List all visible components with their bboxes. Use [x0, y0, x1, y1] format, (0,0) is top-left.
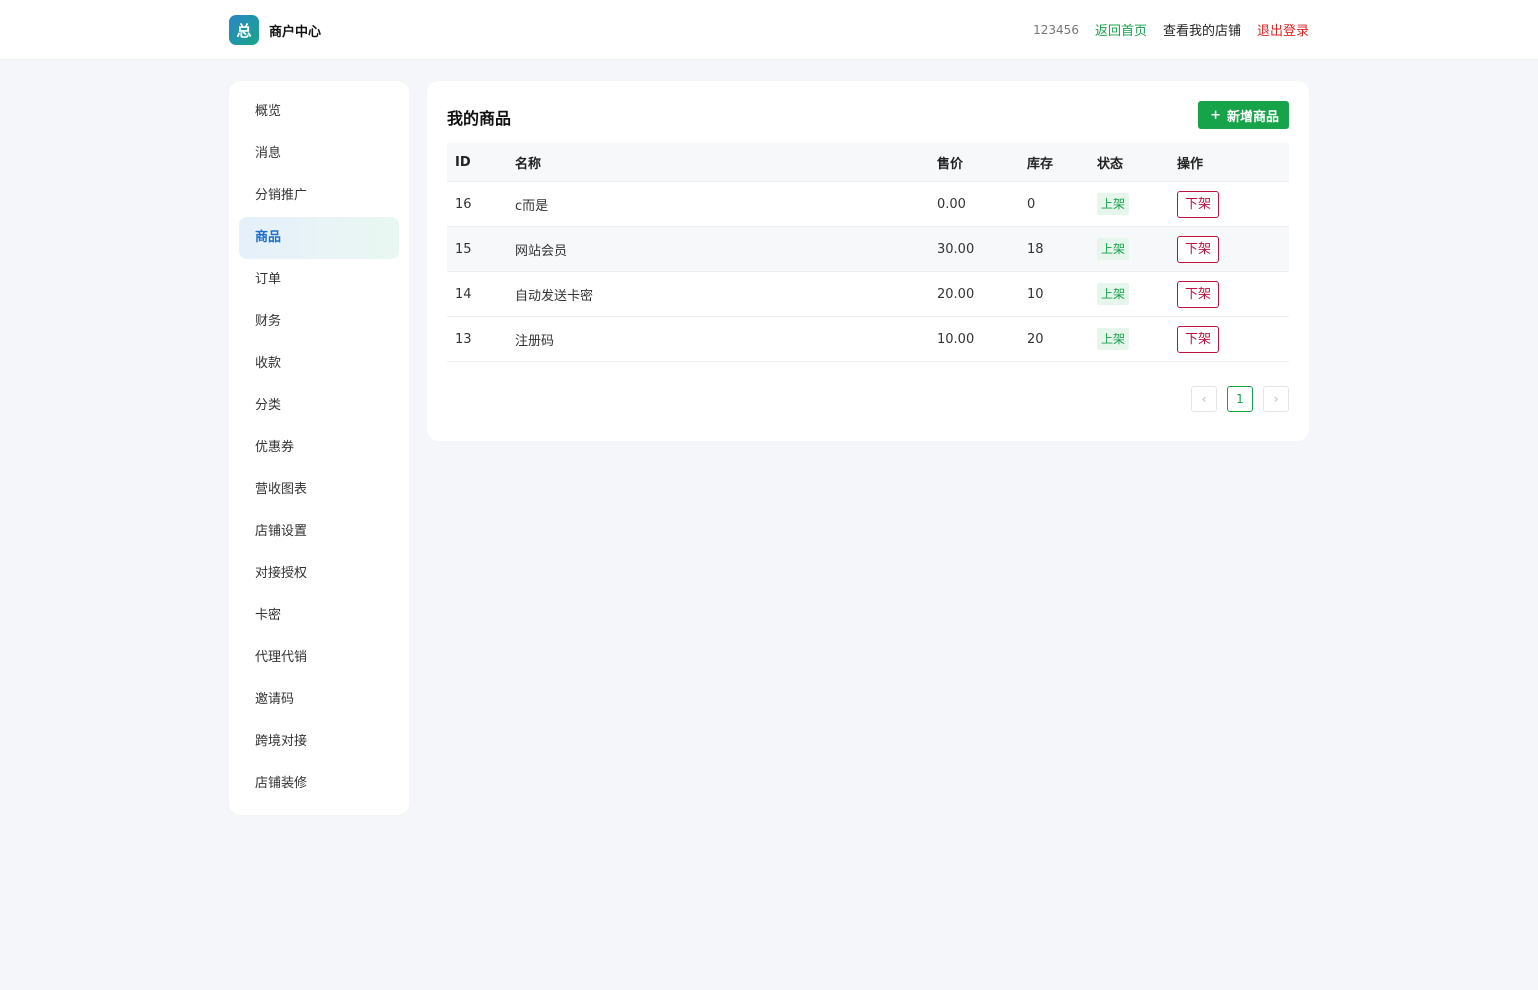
column-header-action: 操作: [1169, 143, 1289, 182]
cell-action: 下架: [1169, 181, 1289, 227]
brand-title: 商户中心: [269, 24, 322, 40]
unlist-button[interactable]: 下架: [1177, 190, 1220, 218]
sidebar: 概览 消息 分销推广 商品 订单 财务 收款 分类 优惠券 营收图表 店铺设置 …: [229, 81, 409, 815]
sidebar-item-agency[interactable]: 代理代销: [239, 637, 399, 679]
table-row: 16 c而是 0.00 0 上架 下架: [447, 181, 1289, 227]
sidebar-item-coupons[interactable]: 优惠券: [239, 427, 399, 469]
home-link[interactable]: 返回首页: [1095, 20, 1147, 39]
table-header-row: ID 名称 售价 库存 状态 操作: [447, 143, 1289, 182]
column-header-id: ID: [447, 143, 507, 182]
prev-page-icon[interactable]: ‹: [1191, 386, 1217, 412]
sidebar-item-card-keys[interactable]: 卡密: [239, 595, 399, 637]
sidebar-item-affiliate[interactable]: 分销推广: [239, 175, 399, 217]
cell-status: 上架: [1089, 271, 1169, 317]
column-header-stock: 库存: [1019, 143, 1089, 182]
status-badge: 上架: [1097, 283, 1130, 305]
cell-id: 13: [447, 316, 507, 362]
table-row: 13 注册码 10.00 20 上架 下架: [447, 316, 1289, 362]
table-row: 14 自动发送卡密 20.00 10 上架 下架: [447, 271, 1289, 317]
sidebar-item-messages[interactable]: 消息: [239, 133, 399, 175]
sidebar-item-invite-codes[interactable]: 邀请码: [239, 679, 399, 721]
cell-stock: 0: [1019, 181, 1089, 227]
logo-icon: 总: [229, 15, 259, 45]
column-header-name: 名称: [507, 143, 929, 182]
sidebar-item-payments[interactable]: 收款: [239, 343, 399, 385]
cell-status: 上架: [1089, 316, 1169, 362]
user-id: 123456: [1033, 22, 1079, 37]
cell-action: 下架: [1169, 226, 1289, 272]
unlist-button[interactable]: 下架: [1177, 235, 1220, 263]
status-badge: 上架: [1097, 193, 1130, 215]
cell-id: 16: [447, 181, 507, 227]
status-badge: 上架: [1097, 328, 1130, 350]
cell-action: 下架: [1169, 316, 1289, 362]
table-row: 15 网站会员 30.00 18 上架 下架: [447, 226, 1289, 272]
sidebar-item-finance[interactable]: 财务: [239, 301, 399, 343]
sidebar-item-shop-settings[interactable]: 店铺设置: [239, 511, 399, 553]
sidebar-item-overview[interactable]: 概览: [239, 91, 399, 133]
plus-icon: +: [1210, 107, 1221, 123]
page-title: 我的商品: [447, 109, 512, 128]
sidebar-item-categories[interactable]: 分类: [239, 385, 399, 427]
products-panel: 我的商品 + 新增商品 ID 名称 售价 库存 状态 操作 16 c而是 0.0…: [427, 81, 1309, 441]
sidebar-item-cross-border[interactable]: 跨境对接: [239, 721, 399, 763]
status-badge: 上架: [1097, 238, 1130, 260]
page-number-button[interactable]: 1: [1227, 386, 1253, 412]
top-nav: 123456 返回首页 查看我的店铺 退出登录: [1033, 20, 1309, 40]
cell-id: 14: [447, 271, 507, 317]
top-bar: 总 商户中心 123456 返回首页 查看我的店铺 退出登录: [0, 0, 1538, 60]
cell-name: 注册码: [507, 316, 929, 362]
add-product-label: 新增商品: [1226, 109, 1279, 125]
cell-action: 下架: [1169, 271, 1289, 317]
logout-link[interactable]: 退出登录: [1257, 20, 1309, 39]
cell-price: 20.00: [929, 271, 1019, 317]
unlist-button[interactable]: 下架: [1177, 325, 1220, 353]
sidebar-item-revenue-charts[interactable]: 营收图表: [239, 469, 399, 511]
column-header-price: 售价: [929, 143, 1019, 182]
cell-stock: 10: [1019, 271, 1089, 317]
unlist-button[interactable]: 下架: [1177, 280, 1220, 308]
sidebar-item-shop-decor[interactable]: 店铺装修: [239, 763, 399, 805]
cell-price: 10.00: [929, 316, 1019, 362]
next-page-icon[interactable]: ›: [1263, 386, 1289, 412]
cell-name: 自动发送卡密: [507, 271, 929, 317]
pagination: ‹ 1 ›: [1181, 386, 1289, 412]
view-shop-link[interactable]: 查看我的店铺: [1163, 20, 1241, 39]
sidebar-item-orders[interactable]: 订单: [239, 259, 399, 301]
products-table: ID 名称 售价 库存 状态 操作 16 c而是 0.00 0 上架 下架 15…: [447, 143, 1289, 362]
cell-name: 网站会员: [507, 226, 929, 272]
cell-price: 30.00: [929, 226, 1019, 272]
sidebar-item-api-auth[interactable]: 对接授权: [239, 553, 399, 595]
cell-status: 上架: [1089, 181, 1169, 227]
cell-name: c而是: [507, 181, 929, 227]
add-product-button[interactable]: + 新增商品: [1198, 101, 1289, 129]
cell-stock: 20: [1019, 316, 1089, 362]
brand[interactable]: 总 商户中心: [229, 15, 321, 45]
cell-stock: 18: [1019, 226, 1089, 272]
cell-status: 上架: [1089, 226, 1169, 272]
column-header-status: 状态: [1089, 143, 1169, 182]
cell-price: 0.00: [929, 181, 1019, 227]
cell-id: 15: [447, 226, 507, 272]
sidebar-item-products[interactable]: 商品: [239, 217, 399, 259]
